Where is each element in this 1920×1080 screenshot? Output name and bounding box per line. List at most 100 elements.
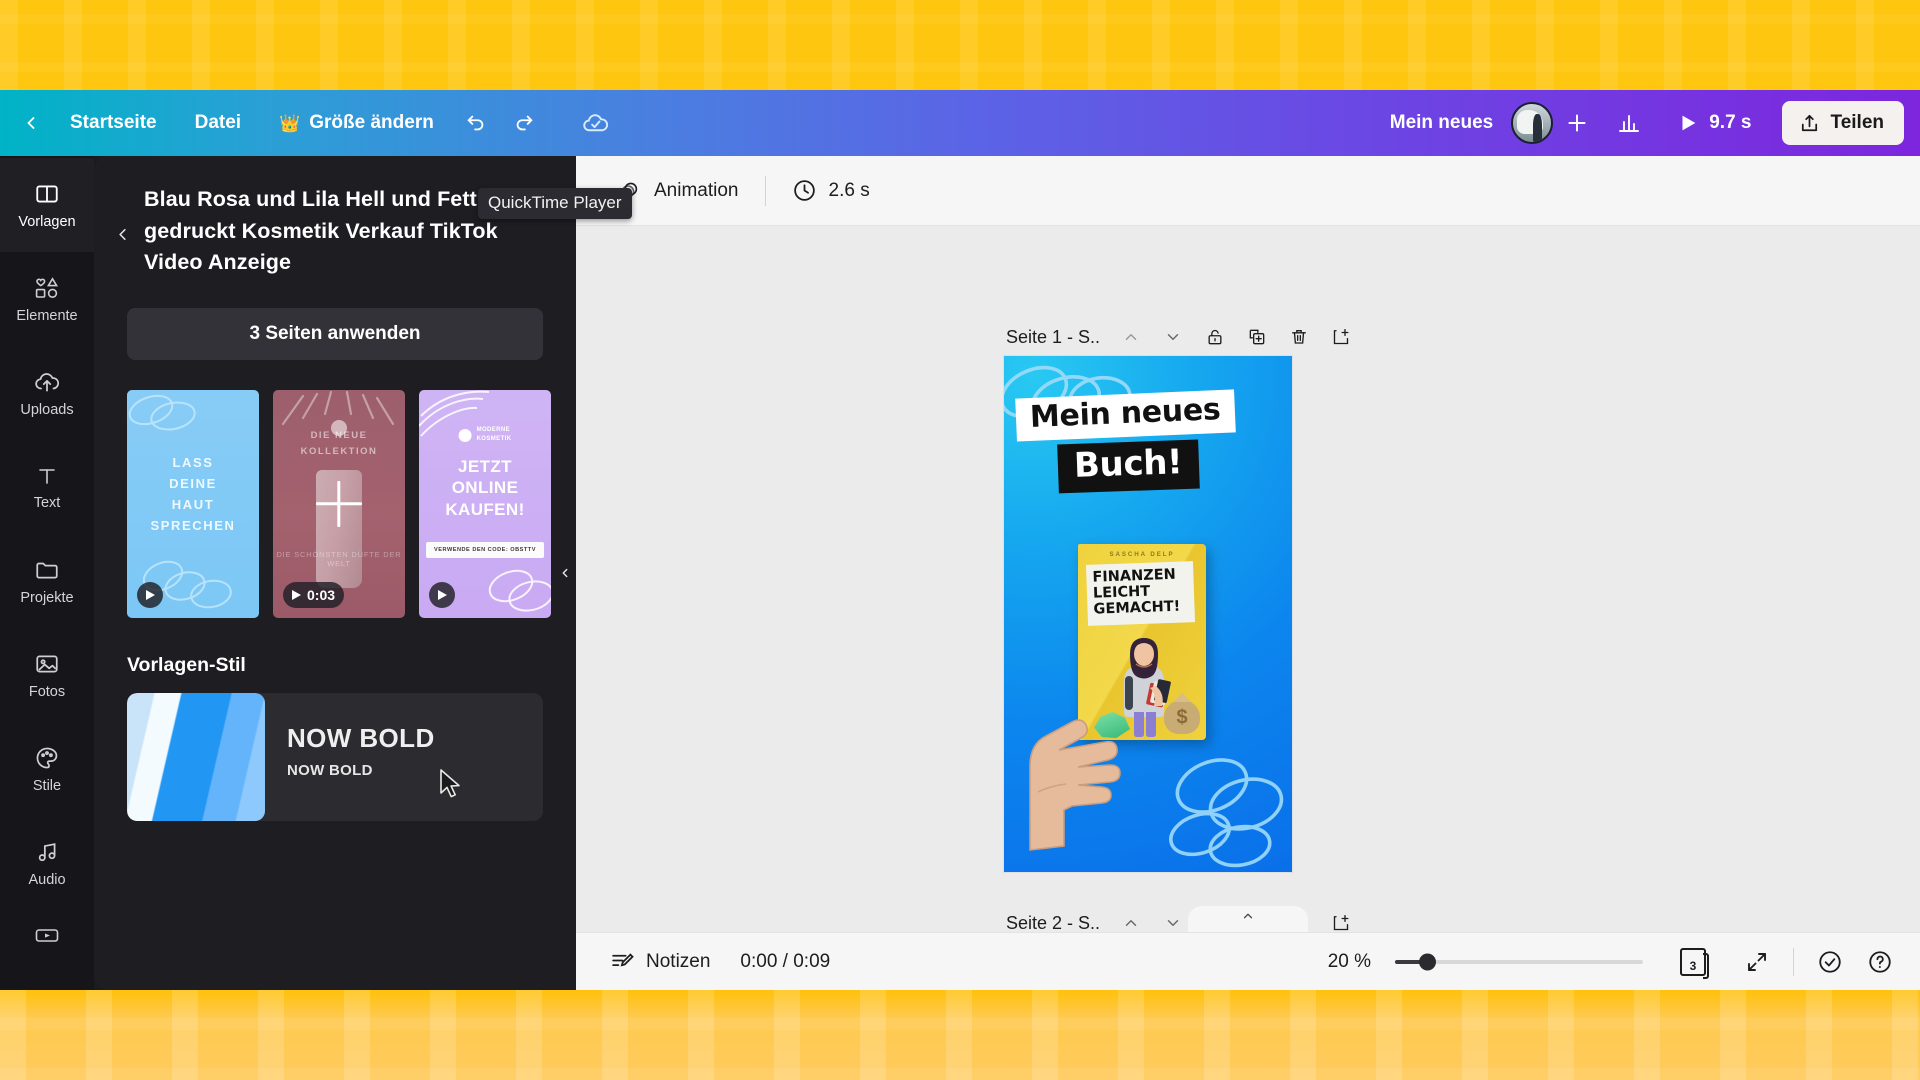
zoom-slider-knob[interactable] xyxy=(1419,953,1436,970)
undo-icon xyxy=(467,115,484,131)
folder-icon xyxy=(36,562,58,578)
notes-button[interactable]: Notizen xyxy=(598,941,722,983)
zoom-slider[interactable] xyxy=(1395,951,1643,973)
duplicate-icon xyxy=(1249,329,1265,345)
sidebar-item-audio[interactable]: Audio xyxy=(0,816,94,910)
sidebar-item-projekte[interactable]: Projekte xyxy=(0,534,94,628)
panel-collapse-button[interactable] xyxy=(552,534,576,612)
thumbnail-1-play-badge[interactable] xyxy=(137,582,163,608)
thumbnail-3-play-badge[interactable] xyxy=(429,582,455,608)
bottom-divider xyxy=(1793,947,1794,976)
accessibility-check-button[interactable] xyxy=(1808,940,1852,984)
page-manager-button[interactable]: 3 xyxy=(1671,940,1715,984)
page-duration-label: 2.6 s xyxy=(828,179,870,201)
duration-label: 9.7 s xyxy=(1709,112,1752,133)
file-menu-item[interactable]: Datei xyxy=(179,101,257,145)
share-button[interactable]: Teilen xyxy=(1781,101,1904,145)
chevron-left-icon xyxy=(27,117,35,129)
thumbnail-1-text: LASS DEINE HAUT SPRECHEN xyxy=(150,455,236,534)
sidebar-item-uploads[interactable]: Uploads xyxy=(0,346,94,440)
help-button[interactable] xyxy=(1858,940,1902,984)
sidebar-item-elemente[interactable]: Elemente xyxy=(0,252,94,346)
help-circle-icon xyxy=(1869,950,1891,973)
document-title[interactable]: Mein neues xyxy=(1376,112,1507,134)
quicktime-tooltip: QuickTime Player xyxy=(478,188,632,219)
top-toolbar-right: Mein neues 9.7 s Teilen xyxy=(1376,101,1920,145)
sidebar-item-text[interactable]: Text xyxy=(0,440,94,534)
template-thumbnail-2[interactable]: DIE NEUE KOLLEKTION DIE SCHÖNSTEN DÜFTE D… xyxy=(273,390,405,618)
redo-button[interactable] xyxy=(502,101,546,145)
sidebar-item-vorlagen[interactable]: Vorlagen xyxy=(0,158,94,252)
page-2-add-page-button[interactable] xyxy=(1320,904,1362,932)
page-block-2: Seite 2 - S.. xyxy=(1004,904,1362,932)
photo-icon xyxy=(36,655,58,672)
cloud-upload-icon xyxy=(35,372,60,392)
scroll-down-handle[interactable] xyxy=(1188,906,1308,932)
pages-icon: 3 xyxy=(1680,947,1709,979)
cloud-check-icon xyxy=(583,113,609,131)
template-thumbnail-1[interactable]: LASS DEINE HAUT SPRECHEN xyxy=(127,390,259,618)
apply-pages-button[interactable]: 3 Seiten anwenden xyxy=(127,308,543,360)
sidebar-label-projekte: Projekte xyxy=(20,589,74,606)
add-collaborator-button[interactable] xyxy=(1557,101,1597,145)
book-author: SASCHA DELP xyxy=(1109,551,1175,558)
chevron-left-icon xyxy=(118,228,126,240)
template-thumbnail-3[interactable]: MODERNE KOSMETIK JETZT ONLINE KAUFEN! VERWE… xyxy=(419,390,551,618)
page-block-1: Seite 1 - S.. Mein neues Buch! SASCHA DE… xyxy=(1004,318,1362,872)
page-duration-button[interactable]: 2.6 s xyxy=(778,168,884,214)
page-1-title-line1: Mein neues xyxy=(1015,389,1236,442)
screen-root: Startseite Datei 👑 Größe ändern Mein neu… xyxy=(0,0,1920,1080)
page-1-lock-button[interactable] xyxy=(1194,318,1236,356)
page-1-name[interactable]: Seite 1 - S.. xyxy=(1006,327,1100,348)
add-page-icon xyxy=(1333,329,1349,345)
redo-icon xyxy=(516,115,533,131)
page-1-header: Seite 1 - S.. xyxy=(1004,318,1362,356)
style-subname: NOW BOLD xyxy=(287,762,373,779)
style-name: NOW BOLD xyxy=(287,723,435,753)
panel-back-button[interactable] xyxy=(106,188,138,280)
back-button[interactable] xyxy=(14,101,48,145)
sidebar-label-audio: Audio xyxy=(28,871,66,888)
editor-body: Vorlagen Elemente Uploads Text Projekte … xyxy=(0,156,1920,990)
home-menu-item[interactable]: Startseite xyxy=(54,101,173,145)
templates-icon xyxy=(36,184,58,203)
page-1-move-down-button[interactable] xyxy=(1152,318,1194,356)
insights-button[interactable] xyxy=(1601,101,1657,145)
page-1-title-block: Mein neues Buch! xyxy=(1015,389,1292,494)
undo-button[interactable] xyxy=(454,101,498,145)
chevron-up-icon xyxy=(1125,334,1137,340)
video-icon xyxy=(35,929,59,942)
top-toolbar: Startseite Datei 👑 Größe ändern Mein neu… xyxy=(0,90,1920,219)
page-1-delete-button[interactable] xyxy=(1278,318,1320,356)
thumbnail-2-play-badge[interactable]: 0:03 xyxy=(283,582,345,608)
thumbnail-2-header: DIE NEUE KOLLEKTION xyxy=(300,430,378,458)
sidebar-item-videos[interactable] xyxy=(0,910,94,960)
sidebar-item-stile[interactable]: Stile xyxy=(0,722,94,816)
page-2-move-up-button[interactable] xyxy=(1110,904,1152,932)
preview-play-button[interactable]: 9.7 s xyxy=(1661,101,1767,145)
play-icon xyxy=(437,590,447,600)
template-style-card[interactable]: NOW BOLD NOW BOLD xyxy=(127,693,543,821)
toolbar-divider xyxy=(764,175,766,206)
add-template-plus-icon[interactable] xyxy=(316,481,362,527)
sidebar-item-fotos[interactable]: Fotos xyxy=(0,628,94,722)
page-2-name[interactable]: Seite 2 - S.. xyxy=(1006,913,1100,933)
notes-label: Notizen xyxy=(646,950,711,972)
zoom-level-label[interactable]: 20 % xyxy=(1328,951,1371,973)
cloud-saved-button[interactable] xyxy=(574,101,618,145)
canvas-scroll-region[interactable]: Seite 1 - S.. Mein neues Buch! SASCHA DE… xyxy=(576,226,1920,932)
recording-backdrop-bottom xyxy=(0,990,1920,1080)
fullscreen-button[interactable] xyxy=(1735,940,1779,984)
resize-menu-item[interactable]: 👑 Größe ändern xyxy=(263,101,450,145)
crown-icon: 👑 xyxy=(279,113,301,133)
play-icon xyxy=(292,590,301,600)
canvas-toolbar: Animation 2.6 s xyxy=(576,156,1920,226)
bottom-toolbar-right: 20 % 3 xyxy=(1328,940,1902,984)
avatar[interactable] xyxy=(1511,102,1554,144)
share-label: Teilen xyxy=(1830,112,1885,133)
page-1-duplicate-button[interactable] xyxy=(1236,318,1278,356)
canvas-area: Animation 2.6 s Seite 1 - S.. Mein neues… xyxy=(576,156,1920,990)
page-1-canvas[interactable]: Mein neues Buch! SASCHA DELP FINANZEN LEI… xyxy=(1004,356,1292,872)
page-1-move-up-button[interactable] xyxy=(1110,318,1152,356)
page-1-add-page-button[interactable] xyxy=(1320,318,1362,356)
